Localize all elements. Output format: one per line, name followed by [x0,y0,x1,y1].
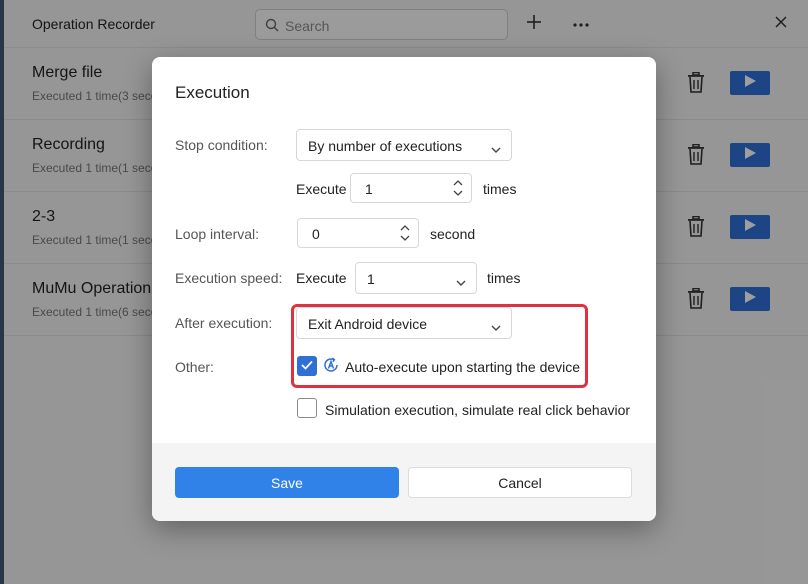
loop-interval-stepper[interactable]: 0 [297,218,419,248]
stop-condition-select[interactable]: By number of executions [296,129,512,161]
chevron-down-icon [456,274,466,290]
stepper-arrows-icon[interactable] [400,223,410,243]
simulation-label: Simulation execution, simulate real clic… [325,402,631,418]
execute-count-stepper[interactable]: 1 [350,173,472,203]
execution-dialog: Execution Stop condition: By number of e… [152,57,656,521]
execution-speed-prefix: Execute [296,270,347,286]
stop-condition-value: By number of executions [308,138,463,154]
simulation-checkbox[interactable] [297,398,317,418]
loop-interval-suffix: second [430,226,476,242]
after-execution-label: After execution: [175,315,273,331]
dialog-title: Execution [175,83,250,102]
highlight-box [291,304,588,388]
execute-count-value: 1 [365,181,373,197]
execute-prefix: Execute [296,181,347,197]
stop-condition-label: Stop condition: [175,137,268,153]
execution-speed-value: 1 [367,271,375,287]
execute-suffix: times [483,181,517,197]
save-button[interactable]: Save [175,467,399,498]
dialog-footer: Save Cancel [152,443,656,521]
other-label: Other: [175,359,214,375]
stepper-arrows-icon[interactable] [453,178,463,198]
execution-speed-select[interactable]: 1 [355,262,477,294]
execution-speed-label: Execution speed: [175,270,283,286]
execution-speed-suffix: times [487,270,521,286]
chevron-down-icon [491,141,501,157]
loop-interval-value: 0 [312,226,320,242]
cancel-button[interactable]: Cancel [408,467,632,498]
loop-interval-label: Loop interval: [175,226,260,242]
